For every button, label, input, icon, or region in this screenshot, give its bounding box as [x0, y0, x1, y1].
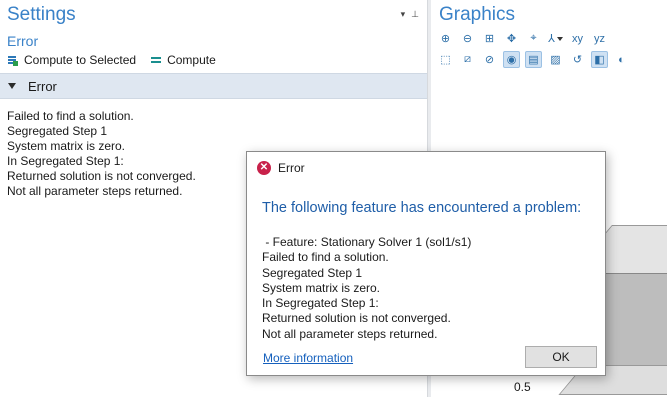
message-line: Not all parameter steps returned.	[7, 184, 183, 198]
geometry-front-face	[599, 273, 667, 373]
dialog-line: In Segregated Step 1:	[262, 296, 379, 311]
error-message-list: Failed to find a solution. Segregated St…	[7, 109, 196, 199]
dialog-line: Segregated Step 1	[262, 265, 363, 280]
compute-to-selected-label: Compute to Selected	[24, 53, 137, 67]
dialog-line: System matrix is zero.	[262, 280, 381, 295]
settings-toolbar: Compute to Selected Compute	[7, 53, 216, 67]
settings-subtitle: Error	[7, 33, 39, 49]
compute-to-selected-button[interactable]: Compute to Selected	[7, 53, 136, 67]
message-line: Returned solution is not converged.	[7, 169, 196, 183]
graphics-title: Graphics	[439, 4, 516, 25]
message-line: System matrix is zero.	[7, 139, 126, 153]
transparency-icon[interactable]: ▨	[547, 51, 564, 68]
more-information-link[interactable]: More information	[263, 351, 353, 365]
xy-view-icon[interactable]: xy	[569, 30, 586, 47]
light-icon[interactable]: ◐	[613, 51, 630, 68]
pin-icon[interactable]: ⊥	[411, 9, 419, 20]
graphics-toolbar-row1: ⊕ ⊖ ⊞ ✥ ⌖ ⅄ xy yz	[437, 30, 608, 47]
ok-button[interactable]: OK	[525, 346, 597, 368]
zoom-out-icon[interactable]: ⊖	[459, 30, 476, 47]
compute-icon	[150, 54, 162, 66]
panel-tools: ▾ ⊥	[401, 9, 419, 20]
zoom-box-icon[interactable]: ⊞	[481, 30, 498, 47]
message-line: In Segregated Step 1:	[7, 154, 124, 168]
select-box-icon[interactable]: ⬚	[437, 51, 454, 68]
dialog-line: - Feature: Stationary Solver 1 (sol1/s1)	[262, 235, 472, 249]
dialog-titlebar[interactable]: ✕ Error	[247, 152, 605, 184]
render-icon[interactable]: ◧	[591, 51, 608, 68]
dialog-line: Not all parameter steps returned.	[262, 326, 438, 341]
axis-tick-label: 0.5	[514, 380, 531, 394]
error-icon: ✕	[257, 161, 271, 175]
wireframe-icon[interactable]: ▤	[525, 51, 542, 68]
zoom-in-icon[interactable]: ⊕	[437, 30, 454, 47]
fit-icon[interactable]: ⌖	[525, 30, 542, 47]
error-section-header[interactable]: Error	[0, 73, 427, 99]
dialog-line: Returned solution is not converged.	[262, 311, 451, 326]
message-line: Failed to find a solution.	[7, 109, 134, 123]
zoom-extents-icon[interactable]: ✥	[503, 30, 520, 47]
show-icon[interactable]: ◉	[503, 51, 520, 68]
dialog-footer: More information OK	[247, 344, 605, 375]
dialog-heading: The following feature has encountered a …	[262, 200, 582, 216]
collapse-caret-icon	[8, 83, 16, 89]
deselect-icon[interactable]: ⧄	[459, 51, 476, 68]
compute-to-selected-icon	[7, 54, 19, 66]
settings-title: Settings	[7, 4, 76, 25]
graphics-toolbar-row2: ⬚ ⧄ ⊘ ◉ ▤ ▨ ↺ ◧ ◐	[437, 51, 630, 68]
yz-view-icon[interactable]: yz	[591, 30, 608, 47]
panel-menu-icon[interactable]: ▾	[401, 9, 406, 20]
hide-icon[interactable]: ⊘	[481, 51, 498, 68]
dialog-line: Failed to find a solution.	[262, 250, 389, 265]
reset-icon[interactable]: ↺	[569, 51, 586, 68]
dialog-body: - Feature: Stationary Solver 1 (sol1/s1)…	[262, 235, 471, 342]
compute-button[interactable]: Compute	[150, 53, 216, 67]
dialog-title: Error	[278, 161, 305, 175]
section-label: Error	[28, 78, 57, 94]
error-dialog: ✕ Error The following feature has encoun…	[246, 151, 606, 376]
axis-orientation-icon[interactable]: ⅄	[547, 30, 564, 47]
message-line: Segregated Step 1	[7, 124, 108, 138]
compute-label: Compute	[167, 53, 216, 67]
